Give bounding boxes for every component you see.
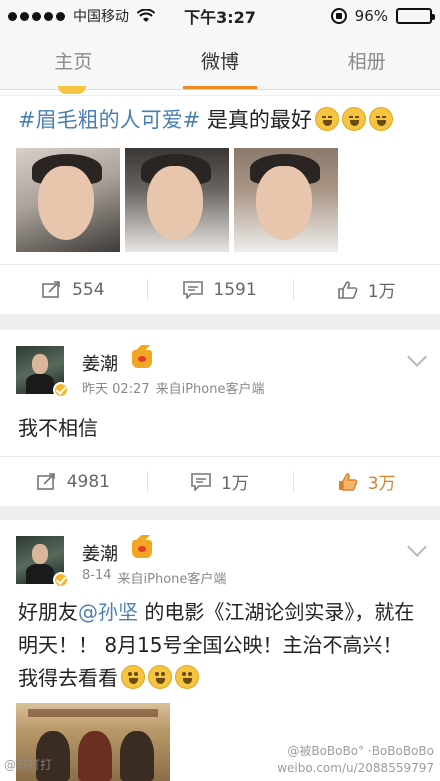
post-header: 姜潮 8-14 来自iPhone客户端	[0, 520, 440, 588]
photo-thumbnail[interactable]	[234, 148, 338, 252]
repost-count: 4981	[66, 471, 110, 492]
tab-weibo[interactable]: 微博	[147, 32, 294, 89]
like-count: 3万	[367, 474, 396, 494]
wifi-icon	[137, 9, 155, 23]
like-count: 1万	[367, 282, 396, 302]
shush-emoji-icon	[341, 107, 366, 131]
user-name[interactable]: 姜潮	[82, 540, 118, 566]
thumbs-up-icon	[338, 472, 358, 491]
post-source: 来自iPhone客户端	[117, 572, 227, 587]
post-meta: 8-14 来自iPhone客户端	[82, 568, 226, 587]
carrier-name: 中国移动	[73, 9, 129, 25]
post-text-start: 好朋友	[18, 600, 78, 624]
rotation-lock-icon	[330, 8, 347, 24]
action-bar: 4981 1万 3万	[0, 456, 440, 506]
photo-thumbnail[interactable]	[125, 148, 229, 252]
shush-emoji-icon	[368, 107, 393, 131]
repost-button[interactable]: 554	[0, 265, 147, 314]
comment-count: 1万	[221, 474, 249, 494]
repost-icon	[36, 472, 55, 490]
post-text: 好朋友@孙坚 的电影《江湖论剑实录》，就在明天！！ 8月15号全国公映！主治不高…	[0, 582, 440, 695]
thumbs-up-icon	[337, 280, 358, 299]
comment-button[interactable]: 1万	[146, 457, 294, 506]
action-bar: 554 1591 1万	[0, 264, 440, 314]
vip-crown-icon	[132, 345, 152, 368]
post-source: 来自iPhone客户端	[155, 382, 265, 397]
post-card[interactable]: 姜潮 8-14 来自iPhone客户端 好朋友@孙坚 的电影《江湖论剑实录》，就…	[0, 520, 440, 781]
post-card[interactable]: #眉毛粗的人可爱# 是真的最好 554 1591 1万	[0, 96, 440, 314]
battery-icon	[396, 8, 435, 24]
tab-home[interactable]: 主页	[0, 32, 147, 89]
battery-percent: 96%	[354, 7, 388, 25]
comment-button[interactable]: 1591	[146, 265, 294, 314]
shush-emoji-icon	[314, 107, 339, 131]
post-header: 姜潮 昨天 02:27 来自iPhone客户端	[0, 330, 440, 398]
mention-link[interactable]: @孙坚	[78, 600, 138, 624]
like-button[interactable]: 1万	[293, 265, 440, 314]
comment-icon	[183, 280, 204, 299]
laugh-emoji-icon	[121, 665, 145, 689]
post-text-body: 是真的最好	[200, 108, 312, 132]
status-bar: 中国移动 下午3:27 96%	[0, 0, 440, 32]
post-text: 我不相信	[18, 416, 98, 440]
comment-icon	[191, 472, 211, 491]
chevron-down-icon[interactable]	[407, 347, 427, 367]
profile-tabs: 主页 微博 相册	[0, 32, 440, 90]
chevron-down-icon[interactable]	[407, 537, 427, 557]
repost-icon	[42, 280, 60, 298]
signal-strength-icon	[8, 11, 65, 21]
user-name[interactable]: 姜潮	[82, 350, 118, 376]
movie-poster-image[interactable]	[16, 703, 170, 781]
verified-badge-icon	[53, 382, 69, 398]
post-meta: 昨天 02:27 来自iPhone客户端	[82, 378, 265, 397]
laugh-emoji-icon	[148, 665, 172, 689]
post-time: 8-14	[82, 568, 112, 583]
post-text: #眉毛粗的人可爱# 是真的最好	[0, 96, 440, 136]
like-button[interactable]: 3万	[293, 457, 440, 506]
comment-count: 1591	[213, 279, 257, 300]
photo-grid	[16, 148, 338, 252]
vip-crown-icon	[132, 535, 152, 558]
hashtag-link[interactable]: #眉毛粗的人可爱#	[18, 108, 200, 132]
post-card[interactable]: 姜潮 昨天 02:27 来自iPhone客户端 我不相信 4981 1万 3万	[0, 330, 440, 506]
tab-album[interactable]: 相册	[293, 32, 440, 89]
laugh-emoji-icon	[175, 665, 199, 689]
photo-thumbnail[interactable]	[16, 148, 120, 252]
verified-badge-icon	[53, 572, 69, 588]
post-time: 昨天 02:27	[82, 382, 150, 397]
watermark-url: weibo.com/u/2088559797	[277, 761, 434, 775]
watermark-user: @被BoBoBo° ·BoBoBoBo	[287, 744, 434, 758]
repost-button[interactable]: 4981	[0, 457, 147, 506]
repost-count: 554	[72, 279, 105, 300]
emoji-icon	[58, 86, 86, 94]
